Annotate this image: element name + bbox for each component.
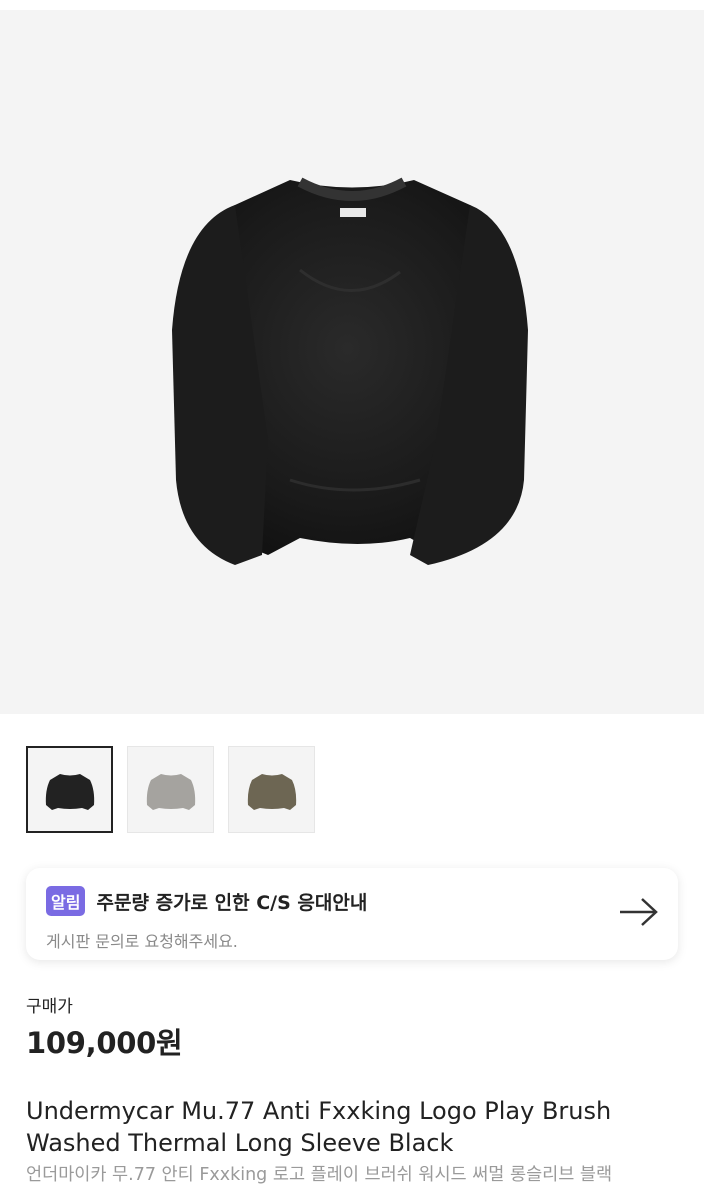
price-value: 109,000원 [26, 1026, 183, 1060]
thumbnail-strip [26, 746, 315, 833]
cs-notice-banner[interactable]: 알림 주문량 증가로 인한 C/S 응대안내 게시판 문의로 요청해주세요. [26, 868, 678, 960]
product-subtitle: 언더마이카 무.77 안티 Fxxking 로고 플레이 브러쉬 워시드 써멀 … [26, 1165, 613, 1185]
notice-header: 알림 주문량 증가로 인한 C/S 응대안내 [46, 886, 658, 916]
thumbnail-olive-image [247, 773, 296, 810]
notice-subtitle: 게시판 문의로 요청해주세요. [46, 932, 238, 951]
product-title: Undermycar Mu.77 Anti Fxxking Logo Play … [26, 1095, 686, 1159]
thumbnail-black[interactable] [26, 746, 113, 833]
thumbnail-grey-image [146, 773, 195, 810]
product-main-image[interactable] [0, 10, 704, 714]
notice-title: 주문량 증가로 인한 C/S 응대안내 [96, 891, 368, 914]
product-title-line2: Washed Thermal Long Sleeve Black [26, 1129, 454, 1157]
product-title-line1: Undermycar Mu.77 Anti Fxxking Logo Play … [26, 1097, 612, 1125]
thumbnail-olive[interactable] [228, 746, 315, 833]
sweatshirt-image [172, 177, 528, 565]
thumbnail-grey[interactable] [127, 746, 214, 833]
thumbnail-black-image [45, 773, 94, 810]
notice-badge: 알림 [46, 886, 86, 916]
arrow-right-icon[interactable] [618, 896, 660, 932]
price-label: 구매가 [26, 997, 73, 1017]
